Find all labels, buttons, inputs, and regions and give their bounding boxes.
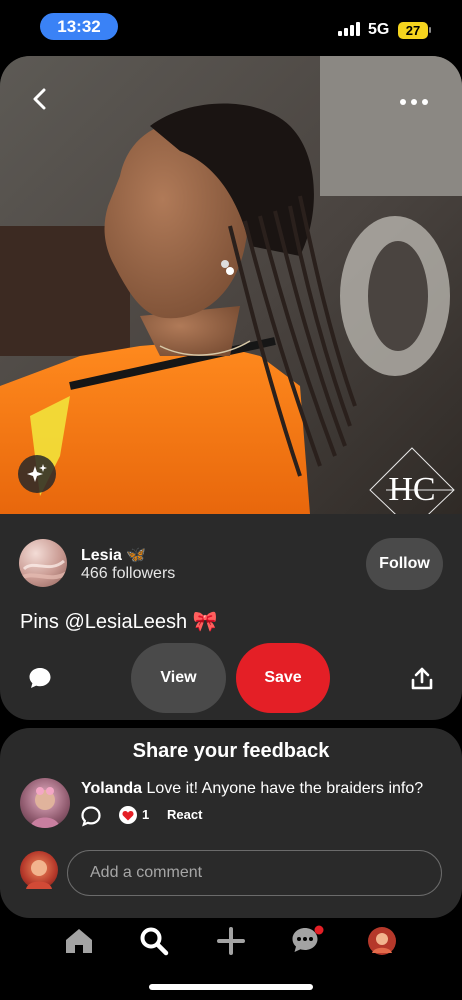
more-dots-icon[interactable] — [396, 92, 432, 112]
reaction-count: 1 — [142, 807, 150, 822]
comment-bubble-icon[interactable] — [24, 662, 56, 694]
search-icon[interactable] — [132, 919, 176, 963]
home-icon[interactable] — [57, 919, 101, 963]
network-type: 5G — [368, 21, 390, 38]
back-arrow-icon[interactable] — [22, 82, 56, 116]
pin-title: Pins @LesiaLeesh 🎀 — [20, 611, 218, 633]
comment-text: Love it! Anyone have the braiders info? — [146, 780, 424, 797]
notification-dot — [314, 925, 324, 935]
pin-image[interactable]: HC — [0, 56, 462, 514]
react-link[interactable]: React — [167, 807, 202, 822]
reply-bubble-icon[interactable] — [80, 805, 102, 827]
watermark-text: HC — [388, 471, 435, 508]
watermark-logo: HC — [366, 444, 458, 514]
view-button[interactable]: View — [131, 643, 226, 713]
battery-indicator: 27 — [398, 22, 428, 39]
creator-avatar[interactable] — [19, 539, 67, 587]
creator-name[interactable]: Lesia 🦋 — [81, 545, 146, 565]
profile-avatar[interactable] — [360, 919, 404, 963]
status-time: 13:32 — [40, 13, 118, 40]
comment-body: Yolanda Love it! Anyone have the braider… — [81, 780, 441, 798]
cellular-signal-icon — [338, 22, 360, 36]
heart-reaction-icon[interactable] — [119, 806, 137, 824]
home-indicator — [149, 984, 313, 990]
follower-count: 466 followers — [81, 565, 176, 582]
current-user-avatar — [20, 851, 58, 889]
plus-icon[interactable] — [209, 919, 253, 963]
comment-input[interactable] — [67, 850, 442, 896]
bottom-nav — [0, 912, 462, 972]
share-upload-icon[interactable] — [405, 662, 439, 696]
comment-author[interactable]: Yolanda — [81, 780, 142, 797]
feedback-title: Share your feedback — [132, 740, 330, 762]
battery-nub — [429, 27, 431, 33]
follow-button[interactable]: Follow — [366, 538, 443, 590]
commenter-avatar[interactable] — [20, 778, 70, 828]
save-button[interactable]: Save — [236, 643, 330, 713]
sparkle-icon[interactable] — [18, 455, 56, 493]
messages-icon[interactable] — [285, 919, 329, 963]
